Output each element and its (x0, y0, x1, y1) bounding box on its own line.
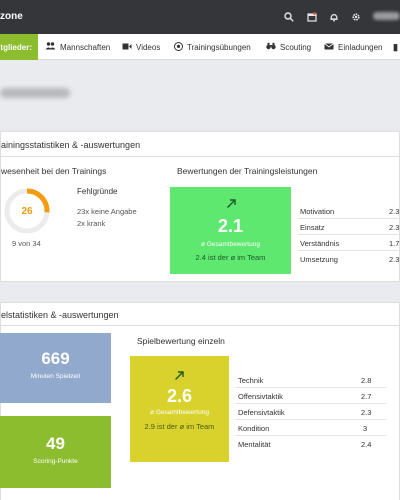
tab-label: Mannschaften (60, 42, 111, 52)
nav-overflow-icon[interactable]: ▮ (393, 34, 400, 60)
section-title: elstatistiken & -auswertungen (1, 310, 119, 320)
criterion-value: 2.4 (361, 440, 372, 449)
criterion-value: 2.7 (361, 392, 372, 401)
criterion-value: 2.8 (361, 376, 372, 385)
video-icon (122, 42, 132, 52)
player-name (0, 88, 70, 98)
criterion-value: 1.7 (389, 239, 400, 248)
criterion-label: Einsatz (300, 223, 325, 232)
bell-icon[interactable] (326, 9, 342, 25)
tab-videos[interactable]: Videos (122, 34, 160, 60)
tab-einladungen[interactable]: Einladungen (324, 34, 382, 60)
top-bar: zone (0, 0, 400, 34)
tab-label: Trainingsübungen (187, 42, 251, 52)
attendance-donut: 26 (2, 186, 52, 236)
scoring-label: Scoring-Punkte (33, 458, 78, 465)
tab-label: itglieder (0, 42, 30, 52)
training-score-box: 2.1 ø Gesamtbewertung 2.4 ist der ø im T… (170, 187, 291, 274)
scoring-tile: 49 Scoring-Punkte (0, 416, 111, 488)
scoring-value: 49 (46, 434, 65, 453)
attendance-count: 9 von 34 (12, 239, 41, 248)
game-criterion-row: Offensivtaktik 2.7 (236, 388, 386, 404)
game-score-value: 2.6 (166, 386, 193, 406)
calendar-icon[interactable] (304, 9, 320, 25)
game-criterion-row: Mentalität 2.4 (236, 436, 386, 452)
reason-item: 23x keine Angabe (77, 207, 137, 216)
criterion-value: 2.3 (361, 408, 372, 417)
training-section-header: ainingsstatistiken & -auswertungen (0, 131, 400, 157)
training-ratings-heading: Bewertungen der Trainingsleistungen (177, 166, 318, 176)
training-score-value: 2.1 (217, 216, 244, 236)
game-criterion-row: Technik 2.8 (236, 372, 386, 388)
tab-mitglieder[interactable]: itglieder: (0, 34, 38, 60)
criterion-value: 2.3 (389, 223, 400, 232)
criterion-label: Verständnis (300, 239, 340, 248)
attendance-heading: wesenheit bei den Trainings (1, 166, 107, 176)
training-score-comparison: 2.4 ist der ø im Team (195, 253, 266, 262)
tab-label: Videos (136, 42, 161, 52)
main-nav: itglieder: Mannschaften Videos Trainings… (0, 34, 400, 60)
minutes-label: Minuten Spielzeit (30, 373, 81, 380)
game-criterion-row: Defensivtaktik 2.3 (236, 404, 386, 420)
tab-scouting[interactable]: Scouting (266, 34, 311, 60)
criterion-label: Mentalität (238, 440, 271, 449)
criterion-label: Kondition (238, 424, 270, 433)
reason-item: 2x krank (77, 219, 106, 228)
game-ratings-heading: Spielbewertung einzeln (137, 336, 225, 346)
game-score-box: 2.6 ø Gesamtbewertung 2.9 ist der ø im T… (130, 356, 229, 462)
tab-mannschaften[interactable]: Mannschaften (45, 34, 110, 60)
training-criterion-row: Einsatz 2.3 (298, 219, 400, 235)
training-criterion-row: Motivation 2.3 (298, 203, 400, 219)
criterion-label: Umsetzung (300, 255, 338, 264)
criterion-value: 2.3 (389, 207, 400, 216)
training-score-label: ø Gesamtbewertung (201, 241, 260, 248)
users-icon (45, 42, 56, 52)
minutes-tile: 669 Minuten Spielzeit (0, 333, 111, 403)
game-section-header: elstatistiken & -auswertungen (0, 302, 400, 326)
arrow-up-right-icon (174, 370, 185, 384)
attendance-percent: 26 (21, 205, 33, 217)
gear-icon[interactable] (348, 9, 364, 25)
binoculars-icon (266, 42, 276, 52)
training-criterion-row: Umsetzung 2.3 (298, 251, 400, 267)
game-criterion-row: Kondition 3 (236, 420, 386, 436)
tab-label: Einladungen (338, 42, 383, 52)
search-icon[interactable] (281, 9, 297, 25)
game-score-comparison: 2.9 ist der ø im Team (144, 422, 215, 431)
envelope-icon (324, 42, 334, 52)
app-brand[interactable]: zone (0, 11, 23, 22)
soccer-ball-icon (174, 41, 183, 53)
criterion-value: 2.3 (389, 255, 400, 264)
tab-label: Scouting (280, 42, 312, 52)
avatar[interactable] (373, 12, 400, 20)
criterion-label: Technik (238, 376, 264, 385)
criterion-label: Defensivtaktik (238, 408, 285, 417)
minutes-value: 669 (41, 349, 70, 368)
arrow-up-right-icon (226, 198, 237, 212)
reasons-title: Fehlgründe (77, 187, 118, 196)
criterion-label: Motivation (300, 207, 335, 216)
criterion-label: Offensivtaktik (238, 392, 283, 401)
training-criterion-row: Verständnis 1.7 (298, 235, 400, 251)
game-score-label: ø Gesamtbewertung (150, 409, 209, 416)
criterion-value: 3 (363, 424, 368, 433)
section-title: ainingsstatistiken & -auswertungen (1, 140, 141, 150)
tab-trainingsuebungen[interactable]: Trainingsübungen (174, 34, 251, 60)
